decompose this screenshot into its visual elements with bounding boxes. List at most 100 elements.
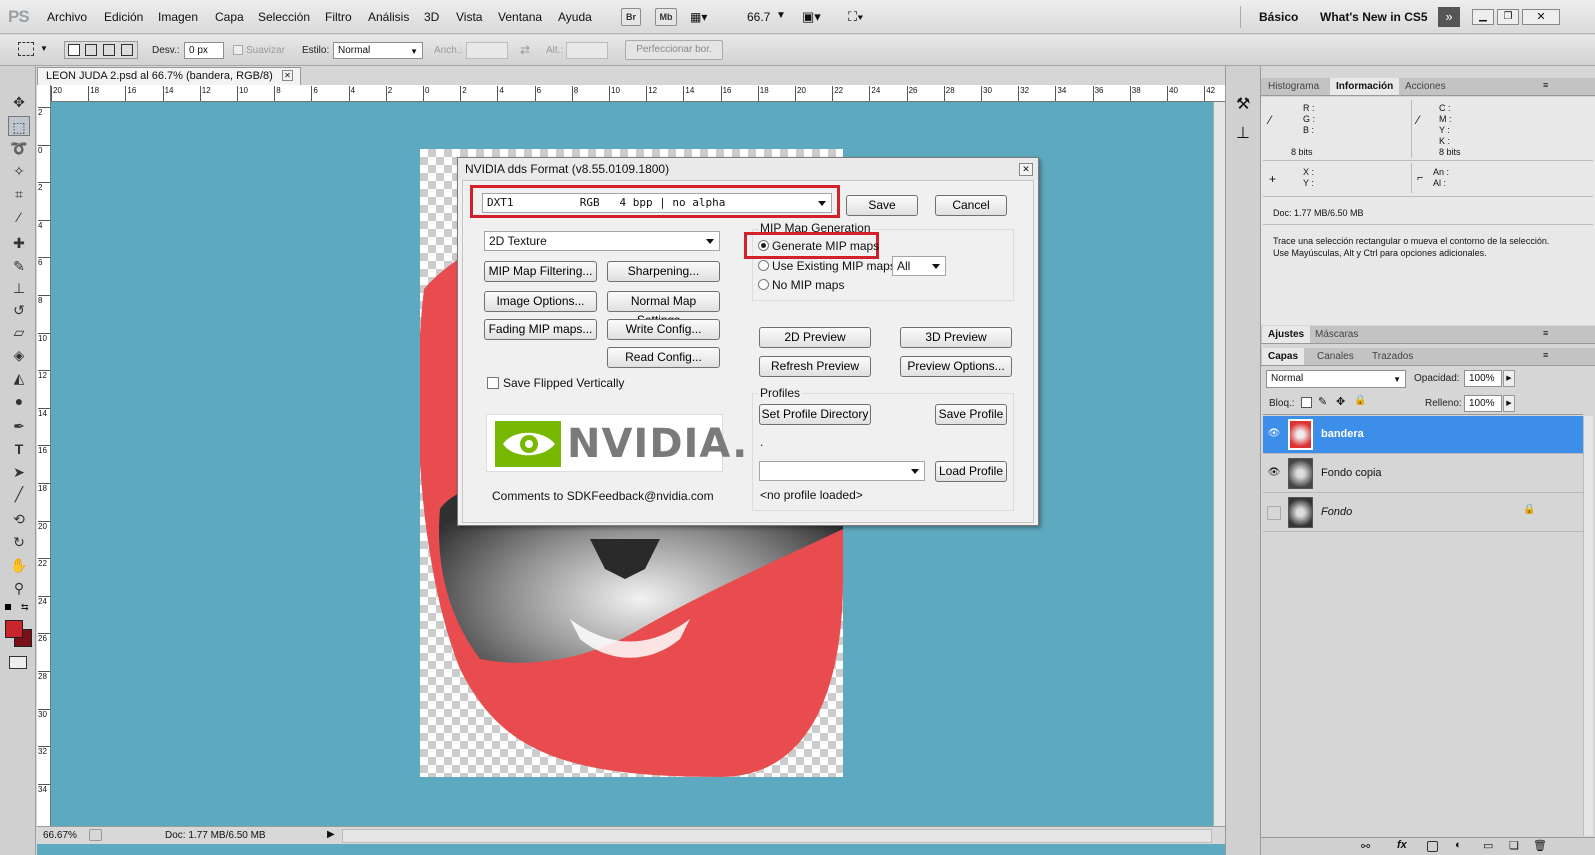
clone-source-icon[interactable]: ⊥ xyxy=(1236,123,1250,143)
3d-rotate-tool-icon[interactable]: ⟲ xyxy=(8,509,30,529)
opacity-input[interactable]: 100% xyxy=(1464,370,1502,387)
arrange-documents-icon[interactable]: ▣▾ xyxy=(802,9,821,25)
quick-mask-icon[interactable] xyxy=(9,656,27,669)
menu-archivo[interactable]: Archivo xyxy=(47,10,87,24)
healing-brush-tool-icon[interactable]: ✚ xyxy=(8,233,30,253)
preview-options-button[interactable]: Preview Options... xyxy=(900,356,1012,377)
fading-mip-maps-button[interactable]: Fading MIP maps... xyxy=(484,319,597,340)
refresh-preview-button[interactable]: Refresh Preview xyxy=(759,356,871,377)
3d-orbit-tool-icon[interactable]: ↻ xyxy=(8,532,30,552)
visibility-toggle[interactable] xyxy=(1267,506,1281,520)
dialog-close-icon[interactable]: ✕ xyxy=(1019,163,1033,176)
lock-pixels-icon[interactable]: ✎ xyxy=(1318,395,1327,408)
feather-input[interactable]: 0 px xyxy=(184,42,224,59)
fill-input[interactable]: 100% xyxy=(1464,395,1502,412)
pen-tool-icon[interactable]: ✒ xyxy=(8,416,30,436)
layer-row-fondo[interactable]: Fondo 🔒 xyxy=(1263,494,1583,532)
add-selection-icon[interactable] xyxy=(85,44,97,56)
preset-dropdown-icon[interactable]: ▼ xyxy=(40,44,48,53)
tab-acciones[interactable]: Acciones xyxy=(1399,78,1452,95)
profile-select[interactable] xyxy=(759,461,925,481)
zoom-level[interactable]: 66.7 xyxy=(747,10,770,24)
more-workspaces-icon[interactable]: » xyxy=(1438,7,1460,27)
preview-3d-button[interactable]: 3D Preview xyxy=(900,327,1012,348)
rectangular-marquee-tool-icon[interactable]: ⬚ xyxy=(8,116,30,136)
panel-menu-icon[interactable]: ≡ xyxy=(1543,80,1548,90)
tab-mascaras[interactable]: Máscaras xyxy=(1309,326,1364,343)
link-icon[interactable]: ⚯ xyxy=(1361,840,1370,853)
refine-edge-button[interactable]: Perfeccionar bor. xyxy=(625,40,723,60)
paint-bucket-tool-icon[interactable]: ◈ xyxy=(8,345,30,365)
history-brush-tool-icon[interactable]: ↺ xyxy=(8,300,30,320)
no-mip-radio[interactable] xyxy=(758,279,769,290)
height-input[interactable] xyxy=(566,42,608,59)
save-profile-button[interactable]: Save Profile xyxy=(935,404,1007,425)
layers-scrollbar[interactable] xyxy=(1583,416,1593,836)
workspace-basico[interactable]: Básico xyxy=(1259,10,1298,24)
width-input[interactable] xyxy=(466,42,508,59)
marquee-preset-icon[interactable] xyxy=(18,42,34,56)
style-select[interactable]: Normal ▼ xyxy=(333,42,423,59)
adjustment-icon[interactable]: ◐ xyxy=(1455,839,1462,851)
visibility-eye-icon[interactable]: 👁 xyxy=(1267,428,1281,442)
layer-row-bandera[interactable]: 👁 bandera xyxy=(1263,416,1583,454)
write-config-button[interactable]: Write Config... xyxy=(607,319,720,340)
document-tab[interactable]: LEON JUDA 2.psd al 66.7% (bandera, RGB/8… xyxy=(37,67,301,85)
cancel-button[interactable]: Cancel xyxy=(935,195,1007,216)
default-colors-icon[interactable] xyxy=(5,604,11,610)
restore-icon[interactable]: ❐ xyxy=(1497,9,1519,25)
hand-tool-icon[interactable]: ✋ xyxy=(8,555,30,575)
new-layer-icon[interactable]: ❏ xyxy=(1509,839,1519,852)
eraser-tool-icon[interactable]: ▱ xyxy=(8,322,30,342)
read-config-button[interactable]: Read Config... xyxy=(607,347,720,368)
menu-filtro[interactable]: Filtro xyxy=(325,10,352,24)
move-tool-icon[interactable]: ✥ xyxy=(8,92,30,112)
tab-ajustes[interactable]: Ajustes xyxy=(1262,326,1311,343)
tab-trazados[interactable]: Trazados xyxy=(1366,348,1419,365)
menu-capa[interactable]: Capa xyxy=(215,10,244,24)
zoom-status[interactable]: 66.67% xyxy=(43,830,77,841)
folder-icon[interactable]: ▭ xyxy=(1483,839,1493,852)
panel-menu-icon[interactable]: ≡ xyxy=(1543,350,1548,360)
tab-canales[interactable]: Canales xyxy=(1311,348,1360,365)
sharpening-button[interactable]: Sharpening... xyxy=(607,261,720,282)
mini-bridge-button[interactable]: Mb xyxy=(655,8,677,26)
opacity-slider-icon[interactable]: ▶ xyxy=(1503,370,1515,387)
format-select[interactable]: DXT1 RGB 4 bpp | no alpha xyxy=(482,193,832,213)
visibility-eye-icon[interactable]: 👁 xyxy=(1267,467,1281,481)
menu-analisis[interactable]: Análisis xyxy=(368,10,409,24)
type-tool-icon[interactable]: T xyxy=(8,439,30,459)
mask-icon[interactable] xyxy=(1427,841,1438,852)
panel-menu-icon[interactable]: ≡ xyxy=(1543,328,1548,338)
trash-icon[interactable]: 🗑 xyxy=(1533,839,1547,852)
crop-tool-icon[interactable]: ⌗ xyxy=(8,184,30,204)
preview-2d-button[interactable]: 2D Preview xyxy=(759,327,871,348)
close-document-icon[interactable]: ✕ xyxy=(282,70,293,81)
antialias-checkbox[interactable] xyxy=(233,45,243,55)
vertical-scrollbar[interactable] xyxy=(1213,102,1225,826)
horizontal-scrollbar[interactable] xyxy=(342,829,1212,843)
set-profile-directory-button[interactable]: Set Profile Directory xyxy=(759,404,871,425)
save-button[interactable]: Save xyxy=(846,195,918,216)
lock-position-icon[interactable]: ✥ xyxy=(1336,395,1345,408)
blur-tool-icon[interactable]: ◭ xyxy=(8,368,30,388)
swap-colors-icon[interactable]: ⇆ xyxy=(21,602,29,613)
menu-3d[interactable]: 3D xyxy=(424,10,439,24)
lock-transparent-icon[interactable] xyxy=(1301,397,1312,408)
tab-capas[interactable]: Capas xyxy=(1262,348,1305,365)
menu-seleccion[interactable]: Selección xyxy=(258,10,310,24)
texture-type-select[interactable]: 2D Texture xyxy=(484,231,720,251)
tab-histograma[interactable]: Histograma xyxy=(1262,78,1325,95)
lock-all-icon[interactable]: 🔒 xyxy=(1354,395,1366,406)
menu-edicion[interactable]: Edición xyxy=(104,10,143,24)
brush-tool-icon[interactable]: ✎ xyxy=(8,256,30,276)
blend-mode-select[interactable]: Normal ▼ xyxy=(1266,370,1406,388)
view-extras-icon[interactable]: ▦▾ xyxy=(690,10,707,24)
eyedropper-tool-icon[interactable]: ⁄ xyxy=(8,207,30,227)
existing-mip-radio[interactable] xyxy=(758,260,769,271)
lasso-tool-icon[interactable]: ➰ xyxy=(8,138,30,158)
tab-informacion[interactable]: Información xyxy=(1330,78,1400,95)
foreground-color-swatch[interactable] xyxy=(5,620,23,638)
menu-vista[interactable]: Vista xyxy=(456,10,482,24)
bridge-button[interactable]: Br xyxy=(621,8,641,26)
